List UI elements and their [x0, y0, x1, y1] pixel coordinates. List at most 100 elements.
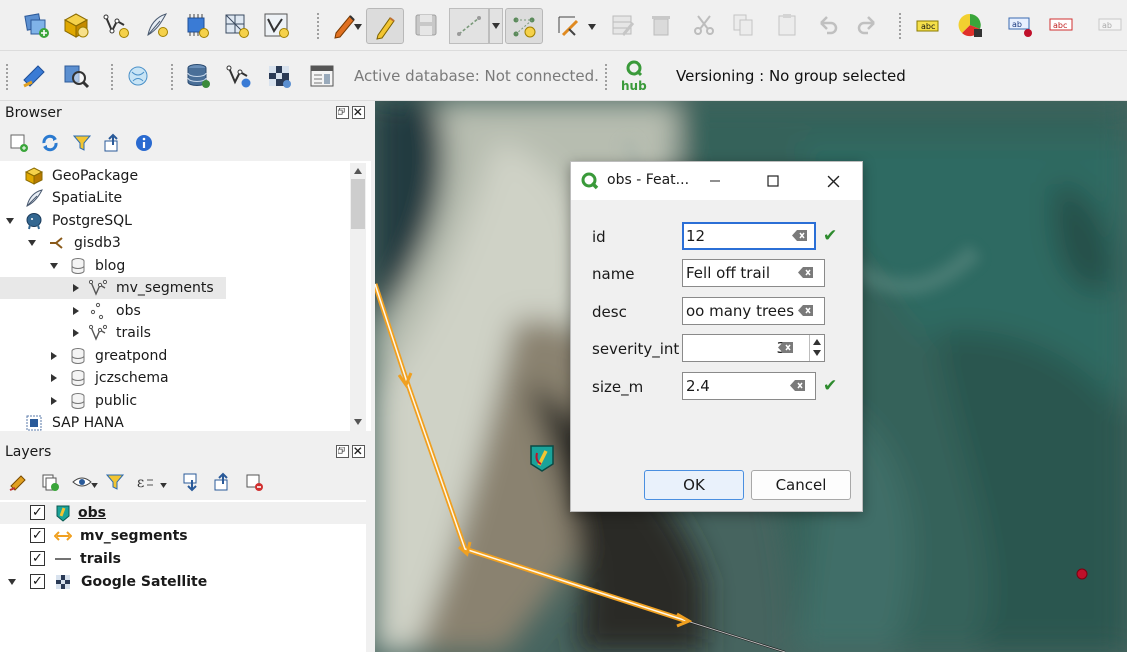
db-manager-icon[interactable]	[182, 60, 214, 92]
browser-scroll-thumb[interactable]	[351, 179, 365, 229]
close-icon[interactable]	[820, 170, 846, 192]
new-spatialite-icon[interactable]	[140, 9, 172, 41]
collapsed-arrow-icon[interactable]	[72, 329, 80, 337]
copy-features-icon[interactable]	[727, 9, 759, 41]
scroll-down-icon[interactable]	[354, 419, 362, 425]
undo-icon[interactable]	[811, 9, 843, 41]
float-panel-icon[interactable]	[336, 445, 349, 458]
pin-labels-icon[interactable]: ab	[1004, 9, 1036, 41]
browser-item-sap-hana[interactable]: SAP HANA	[0, 412, 350, 431]
raster-tiles-icon[interactable]	[263, 60, 295, 92]
id-field[interactable]: 12	[682, 222, 816, 250]
expanded-arrow-icon[interactable]	[6, 217, 14, 225]
close-panel-icon[interactable]	[352, 445, 365, 458]
new-shapefile-icon[interactable]	[100, 9, 132, 41]
layer-visibility-checkbox[interactable]: ✓	[30, 528, 45, 543]
edits-dropdown-icon[interactable]	[354, 24, 362, 30]
expand-all-icon[interactable]	[180, 470, 204, 494]
layer-item-obs[interactable]: ✓ obs	[0, 502, 366, 524]
clear-field-icon[interactable]	[790, 379, 806, 392]
layer-visibility-checkbox[interactable]: ✓	[30, 574, 45, 589]
toolbar-grip[interactable]	[898, 12, 902, 40]
severity-int-stepper[interactable]: 3	[682, 334, 825, 362]
browser-item-public[interactable]: public	[0, 390, 350, 412]
save-edits-icon[interactable]	[410, 9, 442, 41]
size-m-field[interactable]: 2.4	[682, 372, 816, 400]
layer-visibility-checkbox[interactable]: ✓	[30, 551, 45, 566]
vertex-tool-icon[interactable]	[505, 8, 543, 44]
toggle-editing-icon[interactable]	[366, 8, 404, 44]
clear-field-icon[interactable]	[798, 266, 814, 279]
minimize-icon[interactable]	[702, 170, 728, 192]
style-manager-icon[interactable]	[18, 60, 50, 92]
metasearch-icon[interactable]	[122, 60, 154, 92]
collapsed-arrow-icon[interactable]	[50, 397, 58, 405]
browser-item-trails[interactable]: trails	[0, 322, 350, 344]
new-virtual-layer-icon[interactable]	[220, 9, 252, 41]
add-selected-layers-icon[interactable]	[7, 131, 31, 155]
browser-item-mv-segments[interactable]: mv_segments	[0, 277, 226, 299]
browser-scrollbar[interactable]	[350, 163, 366, 431]
collapsed-arrow-icon[interactable]	[50, 352, 58, 360]
toolbar-grip[interactable]	[110, 63, 114, 91]
filter-legend-icon[interactable]	[103, 470, 127, 494]
browser-item-gisdb3[interactable]: gisdb3	[0, 232, 350, 254]
layer-item-google-satellite[interactable]: ✓ Google Satellite	[0, 571, 350, 593]
expanded-arrow-icon[interactable]	[28, 239, 36, 247]
refresh-icon[interactable]	[38, 131, 62, 155]
browser-item-geopackage[interactable]: GeoPackage	[0, 165, 350, 187]
expression-dropdown-icon[interactable]	[160, 483, 167, 488]
red-point-marker[interactable]	[1076, 568, 1088, 580]
decrement-icon[interactable]	[813, 350, 821, 356]
desc-field[interactable]: oo many trees	[682, 297, 825, 325]
collapsed-arrow-icon[interactable]	[72, 284, 80, 292]
clear-field-icon[interactable]	[778, 341, 794, 354]
increment-icon[interactable]	[813, 339, 821, 345]
clear-field-icon[interactable]	[792, 229, 808, 242]
toolbar-grip[interactable]	[170, 63, 174, 91]
delete-selected-icon[interactable]	[645, 9, 677, 41]
browser-item-spatialite[interactable]: SpatiaLite	[0, 187, 350, 209]
diagram-options-icon[interactable]	[954, 9, 986, 41]
identify-features-icon[interactable]	[60, 60, 92, 92]
cancel-button[interactable]: Cancel	[751, 470, 851, 500]
collapsed-arrow-icon[interactable]	[72, 307, 80, 315]
digitize-dropdown-icon[interactable]	[489, 8, 503, 44]
browser-item-jczschema[interactable]: jczschema	[0, 367, 350, 389]
paste-features-icon[interactable]	[771, 9, 803, 41]
scroll-up-icon[interactable]	[354, 168, 362, 174]
browser-item-postgresql[interactable]: PostgreSQL	[0, 210, 350, 232]
layer-item-mv-segments[interactable]: ✓ mv_segments	[0, 525, 350, 547]
expanded-arrow-icon[interactable]	[8, 578, 16, 586]
layer-visibility-checkbox[interactable]: ✓	[30, 505, 45, 520]
remove-layer-icon[interactable]	[242, 470, 266, 494]
filter-browser-icon[interactable]	[70, 131, 94, 155]
dock-splitter[interactable]	[0, 431, 371, 440]
label-toolbar-icon[interactable]: abc	[912, 9, 944, 41]
new-geopackage-icon[interactable]	[60, 9, 92, 41]
layer-item-trails[interactable]: ✓ trails	[0, 548, 350, 570]
browser-item-obs[interactable]: obs	[0, 300, 350, 322]
float-panel-icon[interactable]	[336, 106, 349, 119]
cut-features-icon[interactable]	[688, 9, 720, 41]
toolbar-grip[interactable]	[316, 12, 320, 40]
add-layer-icon[interactable]	[20, 9, 52, 41]
browser-item-blog[interactable]: blog	[0, 255, 350, 277]
modify-attributes-icon[interactable]	[553, 9, 585, 41]
new-memory-layer-icon[interactable]	[180, 9, 212, 41]
highlight-labels-icon[interactable]: abc	[1045, 9, 1077, 41]
collapse-all-icon[interactable]	[101, 131, 125, 155]
digitize-line-icon[interactable]	[449, 8, 489, 44]
close-panel-icon[interactable]	[352, 106, 365, 119]
browser-item-greatpond[interactable]: greatpond	[0, 345, 350, 367]
visibility-dropdown-icon[interactable]	[91, 483, 98, 488]
new-geometry-layer-icon[interactable]	[260, 9, 292, 41]
topology-checker-icon[interactable]	[223, 60, 255, 92]
clear-field-icon[interactable]	[798, 304, 814, 317]
manage-visibility-icon[interactable]	[70, 470, 94, 494]
form-layout-icon[interactable]	[306, 60, 338, 92]
edit-table-icon[interactable]	[607, 9, 639, 41]
collapsed-arrow-icon[interactable]	[50, 374, 58, 382]
maximize-icon[interactable]	[760, 170, 786, 192]
move-label-icon[interactable]: ab	[1094, 9, 1126, 41]
